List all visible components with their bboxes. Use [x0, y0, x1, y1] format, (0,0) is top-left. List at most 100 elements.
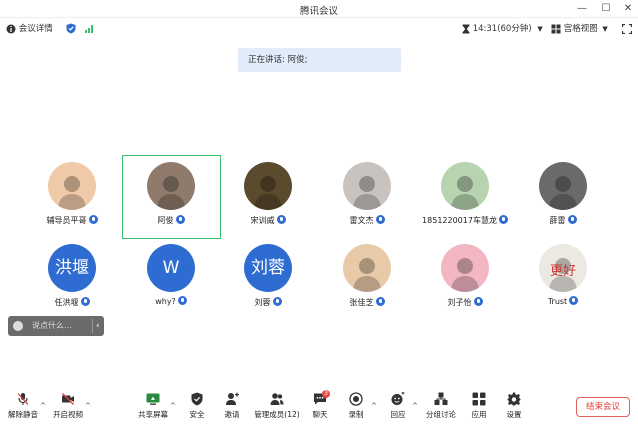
manage-members-button[interactable]: 管理成员(12) — [254, 390, 300, 424]
avatar — [441, 244, 489, 292]
invite-button[interactable]: 邀请 — [212, 390, 252, 424]
record-label: 录制 — [348, 410, 364, 419]
chat-input-bar[interactable]: 说点什么... ‹ — [8, 316, 104, 336]
security-button[interactable]: 安全 — [177, 390, 217, 424]
participant-name-row: 1851220017车慧龙 — [415, 215, 515, 226]
avatar: 更好 — [539, 244, 587, 292]
timer-label: 14:31(60分钟) — [472, 24, 532, 34]
participant-name: 雷文杰 — [349, 216, 374, 225]
participant-tile[interactable]: 洪堰 任洪堰 — [32, 244, 112, 316]
breakout-icon — [434, 392, 448, 405]
reaction-label: 回应 — [390, 410, 406, 419]
avatar: W — [147, 244, 195, 292]
network-status[interactable] — [84, 22, 94, 36]
avatar-photo — [343, 162, 391, 210]
mic-status-icon — [567, 215, 577, 224]
participant-name: 薛雷 — [549, 216, 566, 225]
record-options-caret[interactable]: ^ — [371, 402, 377, 410]
avatar-photo — [539, 162, 587, 210]
share-screen-label: 共享屏幕 — [138, 410, 168, 419]
mic-status-icon — [177, 296, 187, 305]
chat-label: 聊天 — [312, 410, 328, 419]
participant-name: 刘蓉 — [254, 298, 271, 307]
participant-name: why? — [155, 297, 176, 306]
security-status[interactable] — [66, 22, 76, 36]
close-button[interactable]: ✕ — [618, 1, 638, 17]
unmute-label: 解除静音 — [8, 410, 38, 419]
photo-subject — [555, 176, 571, 192]
avatar — [343, 244, 391, 292]
meeting-timer[interactable]: 14:31(60分钟) ▼ — [462, 22, 543, 36]
members-icon — [270, 393, 284, 405]
settings-button[interactable]: 设置 — [494, 390, 534, 424]
participant-tile[interactable]: 1851220017车慧龙 — [422, 162, 508, 234]
chat-input-placeholder[interactable]: 说点什么... — [32, 316, 72, 336]
participant-tile[interactable]: 更好 Trust — [523, 244, 603, 316]
avatar-photo — [343, 244, 391, 292]
fullscreen-button[interactable] — [622, 22, 632, 36]
avatar: 刘蓉 — [244, 244, 292, 292]
participant-tile[interactable]: Wwhy? — [131, 244, 211, 316]
avatar — [441, 162, 489, 210]
video-options-caret[interactable]: ^ — [85, 402, 91, 410]
maximize-button[interactable]: ☐ — [596, 1, 616, 17]
security-shield-icon — [191, 392, 203, 406]
mic-status-icon — [569, 296, 579, 305]
avatar — [343, 162, 391, 210]
photo-subject — [260, 176, 276, 192]
apps-button[interactable]: 应用 — [459, 390, 499, 424]
participant-name-row: Trust — [513, 296, 613, 306]
participant-name-row: 阿俊 — [121, 215, 221, 226]
chat-button[interactable]: 3 聊天 — [300, 390, 340, 424]
participant-tile[interactable]: 刘子怡 — [425, 244, 505, 316]
end-meeting-button[interactable]: 结束会议 — [576, 397, 630, 417]
unmute-button[interactable]: 解除静音 — [3, 390, 43, 424]
avatar — [539, 162, 587, 210]
signal-icon — [85, 24, 93, 33]
participant-tile[interactable]: 阿俊 — [131, 162, 211, 234]
mic-status-icon — [276, 215, 286, 224]
minimize-button[interactable]: — — [572, 1, 592, 17]
view-mode-label: 宫格视图 — [563, 24, 598, 34]
avatar — [48, 162, 96, 210]
participant-name-row: 张佳芝 — [317, 297, 417, 308]
start-video-button[interactable]: 开启视频 — [48, 390, 88, 424]
chat-divider — [92, 319, 93, 333]
participant-tile[interactable]: 宋训威 — [228, 162, 308, 234]
mic-status-icon — [175, 215, 185, 224]
window-title: 腾讯会议 — [299, 6, 338, 17]
photo-subject — [457, 258, 473, 274]
participant-name: 任洪堰 — [54, 298, 79, 307]
mic-muted-icon — [17, 393, 29, 405]
participant-tile[interactable]: 辅导员平哥 — [32, 162, 112, 234]
participant-name: 1851220017车慧龙 — [422, 216, 497, 225]
share-screen-button[interactable]: 共享屏幕 — [133, 390, 173, 424]
avatar-photo-text: 更好 — [549, 264, 576, 279]
share-options-caret[interactable]: ^ — [170, 402, 176, 410]
reaction-options-caret[interactable]: ^ — [412, 402, 418, 410]
participant-name: Trust — [547, 297, 568, 306]
participant-name-row: 刘子怡 — [415, 297, 515, 308]
record-button[interactable]: 录制 — [336, 390, 376, 424]
audio-options-caret[interactable]: ^ — [40, 402, 46, 410]
participant-tile[interactable]: 张佳芝 — [327, 244, 407, 316]
participant-tile[interactable]: 雷文杰 — [327, 162, 407, 234]
title-bar: 腾讯会议 — ☐ ✕ — [0, 0, 638, 18]
participant-tile[interactable]: 刘蓉 刘蓉 — [228, 244, 308, 316]
timer-dropdown-icon: ▼ — [537, 25, 543, 33]
view-mode-button[interactable]: 宫格视图 ▼ — [551, 22, 608, 36]
mic-status-icon — [498, 215, 508, 224]
emoji-icon[interactable] — [13, 321, 23, 331]
breakout-rooms-button[interactable]: 分组讨论 — [421, 390, 461, 424]
active-speaker-banner: 正在讲话: 阿俊; — [238, 48, 401, 72]
participant-name: 刘子怡 — [447, 298, 472, 307]
meeting-details-label: 会议详情 — [18, 24, 53, 34]
collapse-chat-button[interactable]: ‹ — [96, 316, 100, 336]
meeting-details-button[interactable]: 会议详情 — [6, 22, 53, 36]
participant-tile[interactable]: 薛雷 — [523, 162, 603, 234]
apps-icon — [472, 392, 486, 406]
share-screen-icon — [146, 393, 160, 405]
participant-name: 辅导员平哥 — [46, 216, 87, 225]
participant-name: 阿俊 — [157, 216, 174, 225]
manage-members-label: 管理成员(12) — [254, 410, 300, 419]
